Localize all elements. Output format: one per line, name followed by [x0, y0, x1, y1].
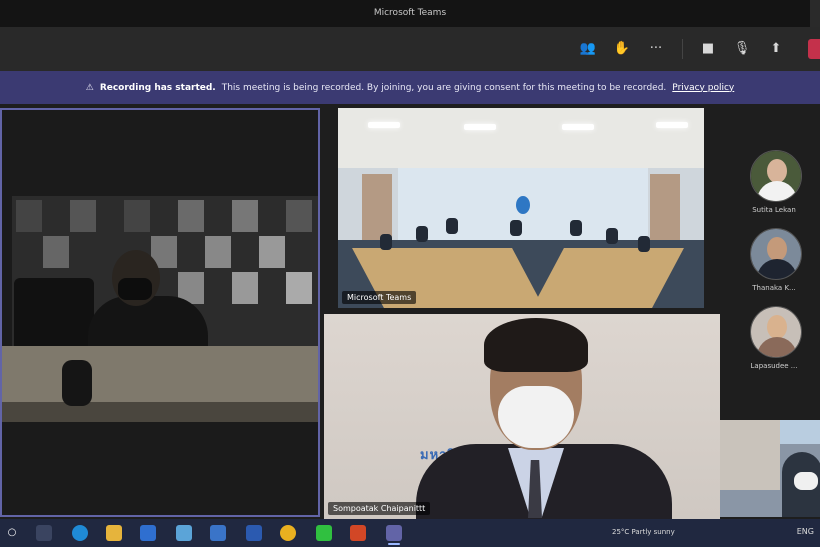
participant-name: Sutita Lekan	[752, 206, 796, 214]
camera-icon[interactable]: ■	[698, 39, 718, 59]
wall-panel	[232, 200, 258, 232]
video-tile-left[interactable]	[0, 108, 320, 517]
powerpoint-icon[interactable]	[350, 525, 366, 541]
avatar	[750, 306, 802, 358]
room-logo	[516, 196, 530, 214]
chrome-icon[interactable]	[280, 525, 296, 541]
mini-building	[720, 420, 780, 490]
warning-icon: ⚠	[85, 82, 94, 93]
window-edge	[810, 0, 820, 27]
system-tray[interactable]: ENG	[797, 527, 814, 536]
wall-panel	[286, 272, 312, 304]
ceiling-light	[368, 122, 400, 128]
wall-panel	[259, 236, 285, 268]
ceiling	[338, 108, 704, 168]
desk	[2, 346, 318, 402]
seat	[570, 220, 582, 236]
more-icon[interactable]: ···	[646, 39, 666, 59]
banner-message: This meeting is being recorded. By joini…	[221, 82, 667, 93]
start-icon[interactable]: ○	[4, 525, 20, 541]
seat	[416, 226, 428, 242]
people-icon[interactable]: 👥	[578, 39, 598, 59]
teams-icon[interactable]	[386, 525, 402, 541]
wall-panel	[178, 200, 204, 232]
wall-panel	[16, 200, 42, 232]
wall-panel	[70, 200, 96, 232]
seat	[510, 220, 522, 236]
meeting-toolbar: 👥 ✋ ··· ■ 🎙 ⬆	[0, 27, 820, 71]
mini-mask	[794, 472, 818, 490]
ceiling-light	[562, 124, 594, 130]
leave-button[interactable]	[808, 39, 820, 59]
seat	[606, 228, 618, 244]
microphone	[62, 360, 92, 406]
speaker-mask	[498, 386, 574, 448]
taskview-icon[interactable]	[36, 525, 52, 541]
window-title: Microsoft Teams	[373, 8, 447, 18]
wall-panel	[43, 236, 69, 268]
window-titlebar: Microsoft Teams	[0, 0, 820, 27]
ceiling-light	[656, 122, 688, 128]
mail-icon[interactable]	[140, 525, 156, 541]
avatar	[750, 150, 802, 202]
photos-icon[interactable]	[210, 525, 226, 541]
desk-front	[2, 402, 318, 422]
face-mask	[118, 278, 152, 300]
seat	[638, 236, 650, 252]
line-icon[interactable]	[316, 525, 332, 541]
recording-banner: ⚠ Recording has started. This meeting is…	[0, 71, 820, 104]
explorer-icon[interactable]	[106, 525, 122, 541]
seat	[446, 218, 458, 234]
windows-taskbar: ○ 25°C Partly sunny ENG	[0, 519, 820, 547]
avatar	[750, 228, 802, 280]
edge-icon[interactable]	[72, 525, 88, 541]
video-tile-meeting-room[interactable]: Microsoft Teams	[338, 108, 704, 308]
wall-panel	[286, 200, 312, 232]
tile-name-label: Microsoft Teams	[342, 291, 417, 304]
wall-panel	[232, 272, 258, 304]
video-tile-active-speaker[interactable]: มหาวิท Sompoatak Chaipanittt	[324, 314, 720, 519]
share-icon[interactable]: ⬆	[766, 39, 786, 59]
speaker-name-label: Sompoatak Chaipanittt	[328, 502, 431, 515]
speaker-hair	[484, 318, 588, 372]
word-icon[interactable]	[246, 525, 262, 541]
active-app-indicator	[388, 543, 400, 545]
participant-name: Lapasudee ...	[750, 362, 798, 370]
store-icon[interactable]	[176, 525, 192, 541]
chat-icon[interactable]: ✋	[612, 39, 632, 59]
meeting-stage: Microsoft Teams มหาวิท Sompoatak Chaipan…	[0, 104, 820, 519]
mic-off-icon[interactable]: 🎙	[732, 39, 752, 59]
toolbar-divider	[682, 39, 683, 59]
ceiling-light	[464, 124, 496, 130]
weather-widget[interactable]: 25°C Partly sunny	[612, 528, 675, 536]
banner-title: Recording has started.	[99, 82, 216, 93]
seat	[380, 234, 392, 250]
wall-panel	[124, 200, 150, 232]
privacy-policy-link[interactable]: Privacy policy	[672, 83, 734, 93]
participant-name: Thanaka K...	[752, 284, 796, 292]
video-tile-mini[interactable]	[720, 420, 820, 517]
wall-panel	[205, 236, 231, 268]
